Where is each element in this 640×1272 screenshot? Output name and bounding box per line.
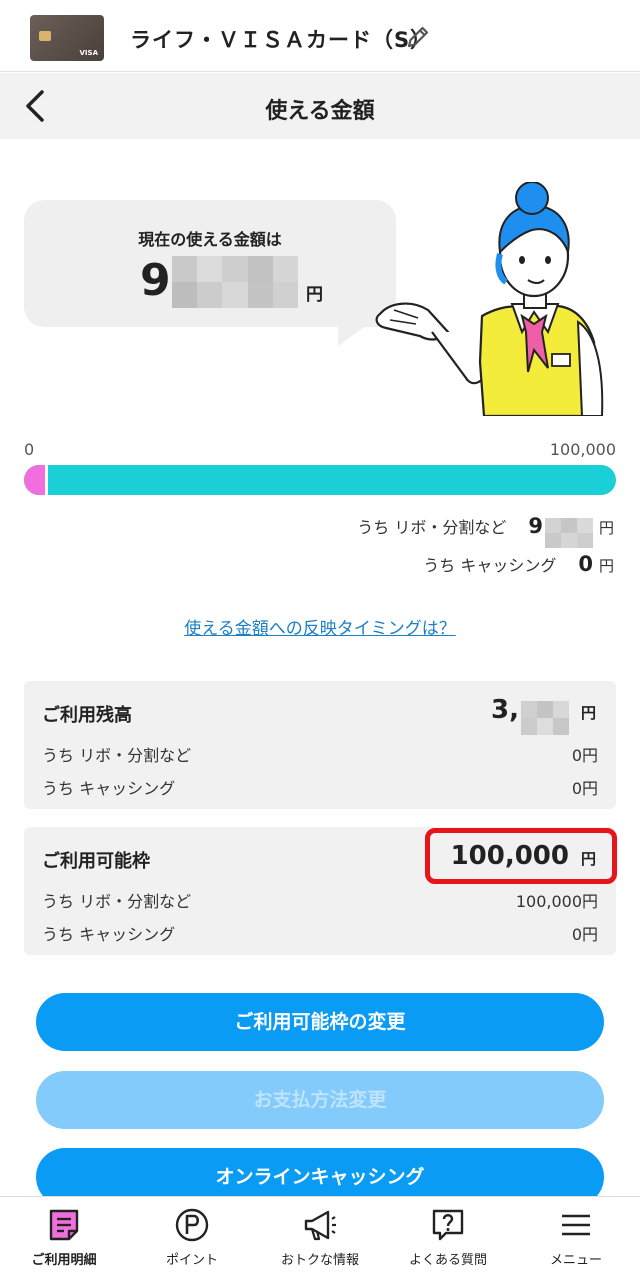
usage-balance-mosaic [520, 701, 569, 735]
meter-revo-yen: 円 [598, 519, 614, 537]
pencil-edit-icon[interactable] [405, 24, 431, 50]
credit-limit-cashing-row: うち キャッシング 0円 [42, 921, 598, 945]
usage-balance-yen: 円 [580, 704, 596, 722]
nav-label-faq: よくある質問 [408, 1253, 487, 1268]
usage-balance-amount: 3, [491, 695, 519, 725]
usage-cashing-value: 0円 [571, 779, 598, 798]
meter-cashing-row: うち キャッシング 0 円 [423, 552, 614, 576]
title-bar: 使える金額 [0, 73, 640, 139]
payment-change-button[interactable]: お支払方法変更 [36, 1071, 604, 1129]
nav-item-menu[interactable]: メニュー [512, 1197, 640, 1272]
meter-revo-row: うち リボ・分割など 9 円 [357, 514, 614, 548]
balance-yen: 円 [306, 285, 323, 305]
meter-cashing-label: うち キャッシング [423, 556, 557, 575]
nav-item-statement[interactable]: ご利用明細 [0, 1197, 128, 1272]
usage-cashing-label: うち キャッシング [42, 779, 176, 798]
card-brand-mark: VISA [79, 49, 98, 57]
nav-label-menu: メニュー [549, 1253, 602, 1268]
limit-revo-label: うち リボ・分割など [42, 892, 192, 911]
credit-limit-title: ご利用可能枠 [42, 851, 150, 872]
point-icon [175, 1208, 209, 1242]
limit-revo-value: 100,000円 [515, 892, 598, 911]
limit-cashing-value: 0円 [571, 925, 598, 944]
nav-item-faq[interactable]: よくある質問 [384, 1197, 512, 1272]
meter-min-label: 0 [24, 440, 35, 459]
meter-revo-value: 9 [528, 514, 543, 538]
staff-illustration [375, 182, 604, 416]
nav-label-statement: ご利用明細 [31, 1253, 97, 1268]
nav-item-point[interactable]: ポイント [128, 1197, 256, 1272]
balance-amount: 9 [140, 255, 171, 306]
usage-balance-cashing-row: うち キャッシング 0円 [42, 775, 598, 799]
card-chip-icon [39, 31, 51, 41]
reflection-timing-link[interactable]: 使える金額への反映タイミングは？ [0, 614, 640, 639]
balance-bubble: 現在の使える金額は 9 円 [24, 200, 396, 327]
change-limit-button[interactable]: ご利用可能枠の変更 [36, 993, 604, 1051]
credit-limit-revo-row: うち リボ・分割など 100,000円 [42, 888, 598, 912]
meter-revo-mosaic [544, 518, 593, 548]
limit-cashing-label: うち キャッシング [42, 925, 176, 944]
meter-max-label: 100,000 [549, 440, 616, 459]
usage-balance-title: ご利用残高 [42, 705, 132, 726]
card-header: VISA ライフ・ＶＩＳＡカード（S） [0, 0, 640, 72]
nav-label-point: ポイント [165, 1253, 218, 1268]
meter-cashing-yen: 円 [598, 557, 614, 575]
faq-icon [432, 1209, 464, 1241]
card-thumbnail[interactable]: VISA [30, 15, 104, 61]
balance-label: 現在の使える金額は [138, 230, 282, 249]
usage-balance-value: 3, 円 [491, 695, 596, 735]
meter-cashing-value: 0 [578, 552, 593, 576]
nav-item-deals[interactable]: おトクな情報 [256, 1197, 384, 1272]
card-name: ライフ・ＶＩＳＡカード（S） [130, 28, 433, 52]
meter-revo-label: うち リボ・分割など [357, 518, 507, 537]
usage-revo-value: 0円 [571, 746, 598, 765]
credit-limit-highlight-frame [425, 828, 617, 884]
page-title: 使える金額 [265, 99, 375, 124]
menu-icon [562, 1214, 590, 1236]
meter-used-fill [24, 465, 48, 495]
balance-mosaic [172, 256, 298, 308]
usage-revo-label: うち リボ・分割など [42, 746, 192, 765]
meter-bar [24, 465, 616, 495]
statement-icon [49, 1209, 79, 1241]
nav-label-deals: おトクな情報 [280, 1253, 359, 1268]
bottom-nav: ご利用明細 ポイント おトクな情報 よくある質問 メニュー [0, 1196, 640, 1272]
bubble-tail [338, 320, 374, 346]
usage-balance-revo-row: うち リボ・分割など 0円 [42, 742, 598, 766]
megaphone-icon [304, 1210, 336, 1241]
usage-balance-box: ご利用残高 3, 円 うち リボ・分割など 0円 うち キャッシング 0円 [24, 681, 616, 809]
